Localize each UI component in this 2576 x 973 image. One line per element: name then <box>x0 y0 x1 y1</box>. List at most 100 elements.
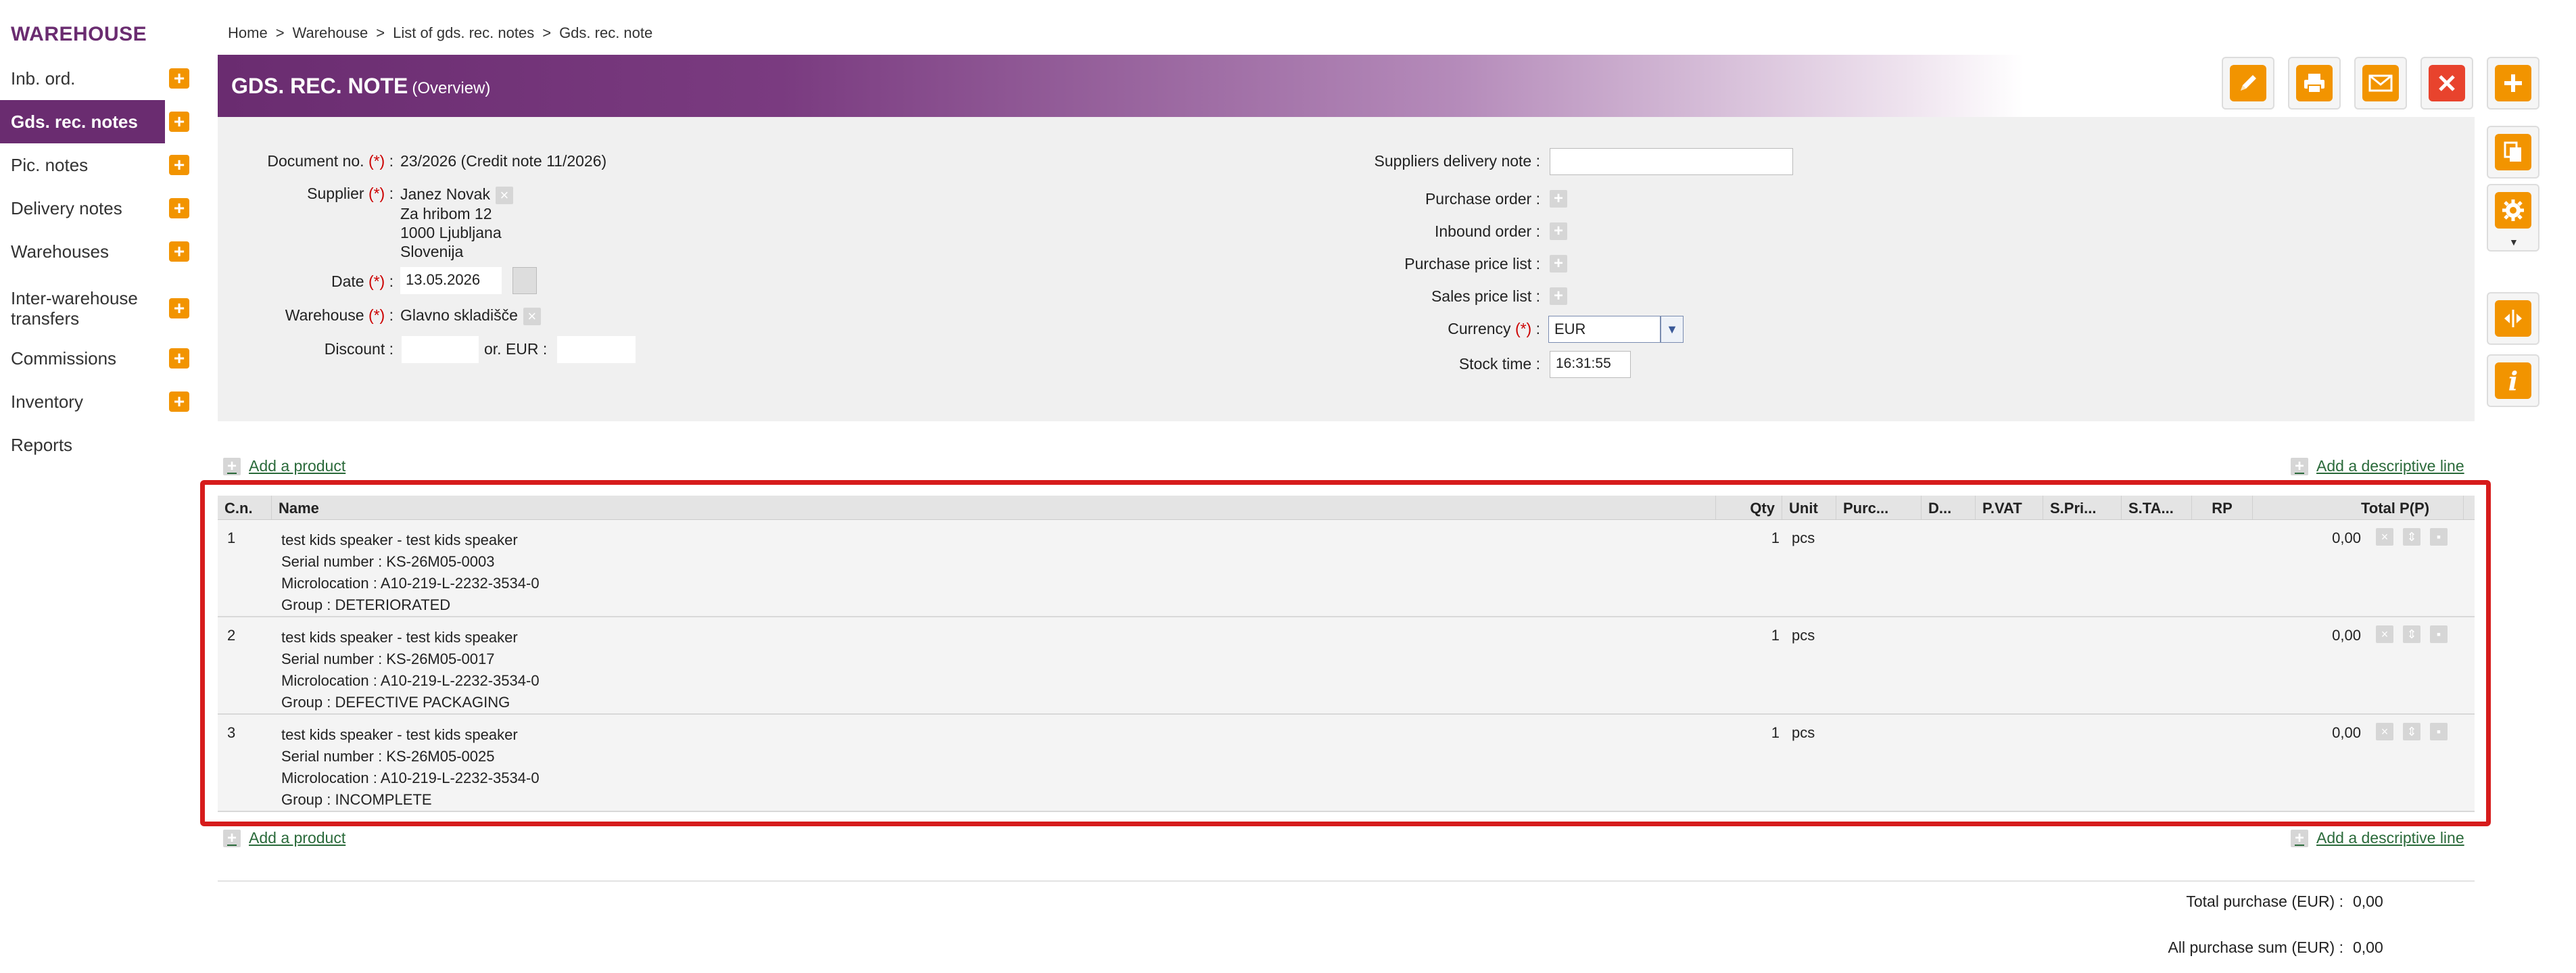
table-row[interactable]: 2 test kids speaker - test kids speaker … <box>218 617 2475 715</box>
column-header[interactable]: Unit <box>1782 496 1836 519</box>
breadcrumb-current: Gds. rec. note <box>559 24 653 41</box>
row-name-cell: test kids speaker - test kids speaker Se… <box>281 724 540 811</box>
sidebar-item-delivery-notes[interactable]: Delivery notes + <box>0 187 189 230</box>
sidebar-item-reports[interactable]: Reports <box>0 423 165 467</box>
add-picking-note-icon[interactable]: + <box>169 155 189 175</box>
table-row[interactable]: 3 test kids speaker - test kids speaker … <box>218 715 2475 812</box>
date-field[interactable]: 13.05.2026 <box>400 267 502 294</box>
column-header[interactable]: RP <box>2192 496 2253 519</box>
supplier-country: Slovenija <box>400 242 464 260</box>
sidebar-item-label: Gds. rec. notes <box>11 112 138 132</box>
breadcrumb-home[interactable]: Home <box>228 24 268 41</box>
sidebar-item-picking-notes[interactable]: Pic. notes + <box>0 143 189 187</box>
sidebar-item-goods-receipt-notes[interactable]: Gds. rec. notes + <box>0 100 189 143</box>
email-button[interactable] <box>2354 57 2407 110</box>
column-header[interactable]: Purc... <box>1836 496 1922 519</box>
column-header[interactable]: D... <box>1922 496 1976 519</box>
group: Group : DETERIORATED <box>281 596 451 613</box>
add-inbound-order-icon[interactable]: + <box>169 68 189 89</box>
discount-percent-input[interactable] <box>402 336 479 363</box>
total-purchase-value: 0,00 <box>2353 893 2383 910</box>
column-header[interactable]: C.n. <box>218 496 272 519</box>
warehouse-value: Glavno skladišče × <box>400 306 541 325</box>
sidebar-item-label: Inventory <box>11 391 83 412</box>
all-purchase-sum-value: 0,00 <box>2353 939 2383 956</box>
copy-button[interactable] <box>2487 126 2539 179</box>
calendar-icon[interactable] <box>512 267 537 294</box>
column-header[interactable]: P.VAT <box>1976 496 2043 519</box>
column-header[interactable]: S.TA... <box>2122 496 2192 519</box>
sidebar-item-label: Pic. notes <box>11 155 89 175</box>
edit-row-icon[interactable]: ▪ <box>2430 723 2448 740</box>
quantity: 1 <box>1771 724 1780 741</box>
suppliers-delivery-note-input[interactable] <box>1550 148 1793 175</box>
breadcrumb: Home > Warehouse > List of gds. rec. notes > G… <box>228 24 652 42</box>
add-warehouse-icon[interactable]: + <box>169 241 189 262</box>
sidebar-item-inventory[interactable]: Inventory + <box>0 380 189 423</box>
add-descriptive-line-link-bottom[interactable]: + Add a descriptive line <box>2291 829 2464 847</box>
column-header[interactable]: Total P(P) <box>2253 496 2464 519</box>
microlocation: Microlocation : A10-219-L-2232-3534-0 <box>281 769 540 786</box>
add-product-link-bottom[interactable]: + Add a product <box>223 829 345 847</box>
email-icon <box>2362 65 2399 101</box>
supplier-label: Supplier (*) : <box>307 185 393 202</box>
plus-icon: + <box>2291 829 2308 847</box>
settings-button[interactable]: ▼ <box>2487 184 2539 252</box>
edit-row-icon[interactable]: ▪ <box>2430 625 2448 643</box>
column-header[interactable]: Name <box>272 496 1716 519</box>
edit-row-icon[interactable]: ▪ <box>2430 528 2448 546</box>
column-header[interactable]: S.Pri... <box>2043 496 2122 519</box>
chevron-down-icon[interactable]: ▼ <box>1661 316 1684 343</box>
delete-row-icon[interactable]: × <box>2376 625 2393 643</box>
sidebar-item-inbound-orders[interactable]: Inb. ord. + <box>0 57 189 100</box>
delete-row-icon[interactable]: × <box>2376 723 2393 740</box>
delete-row-icon[interactable]: × <box>2376 528 2393 546</box>
add-sales-price-list-icon[interactable]: + <box>1550 287 1567 305</box>
chevron-down-icon[interactable]: ▼ <box>2509 237 2519 247</box>
move-row-icon[interactable]: ⇕ <box>2403 625 2420 643</box>
add-goods-receipt-note-icon[interactable]: + <box>169 112 189 132</box>
add-button[interactable] <box>2487 57 2539 110</box>
move-row-icon[interactable]: ⇕ <box>2403 723 2420 740</box>
settings-icon <box>2495 192 2531 229</box>
all-purchase-sum-label: All purchase sum (EUR) : <box>2168 939 2343 956</box>
row-number: 2 <box>227 627 236 644</box>
add-product-link-top[interactable]: + Add a product <box>223 457 345 475</box>
supplier-value: Janez Novak × Za hribom 12 1000 Ljubljana… <box>400 185 513 261</box>
unit: pcs <box>1792 724 1815 741</box>
add-delivery-note-icon[interactable]: + <box>169 198 189 218</box>
sidebar-item-inter-warehouse-transfers[interactable]: Inter-warehouse transfers + <box>0 283 189 334</box>
quantity: 1 <box>1771 529 1780 546</box>
sidebar-item-warehouses[interactable]: Warehouses + <box>0 230 189 273</box>
edit-button[interactable] <box>2222 57 2274 110</box>
add-purchase-order-icon[interactable]: + <box>1550 190 1567 208</box>
breadcrumb-warehouse[interactable]: Warehouse <box>293 24 368 41</box>
split-view-button[interactable] <box>2487 292 2539 345</box>
add-purchase-price-list-icon[interactable]: + <box>1550 255 1567 272</box>
row-name-cell: test kids speaker - test kids speaker Se… <box>281 627 540 713</box>
print-button[interactable] <box>2288 57 2341 110</box>
table-row[interactable]: 1 test kids speaker - test kids speaker … <box>218 520 2475 617</box>
discount-eur-input[interactable] <box>557 336 636 363</box>
add-inbound-order-icon[interactable]: + <box>1550 222 1567 240</box>
move-row-icon[interactable]: ⇕ <box>2403 528 2420 546</box>
breadcrumb-list[interactable]: List of gds. rec. notes <box>393 24 534 41</box>
unit: pcs <box>1792 529 1815 546</box>
column-header[interactable]: Qty <box>1716 496 1782 519</box>
info-button[interactable]: i <box>2487 354 2539 407</box>
clear-supplier-icon[interactable]: × <box>495 186 513 204</box>
sidebar-item-label: Delivery notes <box>11 198 122 218</box>
sidebar-item-commissions[interactable]: Commissions + <box>0 337 189 380</box>
delete-button[interactable] <box>2420 57 2473 110</box>
clear-warehouse-icon[interactable]: × <box>523 307 541 325</box>
sales-price-list-label: Sales price list : <box>1431 287 1540 305</box>
add-inventory-icon[interactable]: + <box>169 391 189 412</box>
split-icon <box>2495 300 2531 337</box>
add-descriptive-line-link-top[interactable]: + Add a descriptive line <box>2291 457 2464 475</box>
microlocation: Microlocation : A10-219-L-2232-3534-0 <box>281 575 540 592</box>
add-commission-icon[interactable]: + <box>169 348 189 369</box>
currency-select[interactable]: EUR <box>1548 316 1661 343</box>
row-total: 0,00 <box>2332 724 2361 741</box>
add-transfer-icon[interactable]: + <box>169 298 189 318</box>
stock-time-input[interactable]: 16:31:55 <box>1550 351 1631 378</box>
